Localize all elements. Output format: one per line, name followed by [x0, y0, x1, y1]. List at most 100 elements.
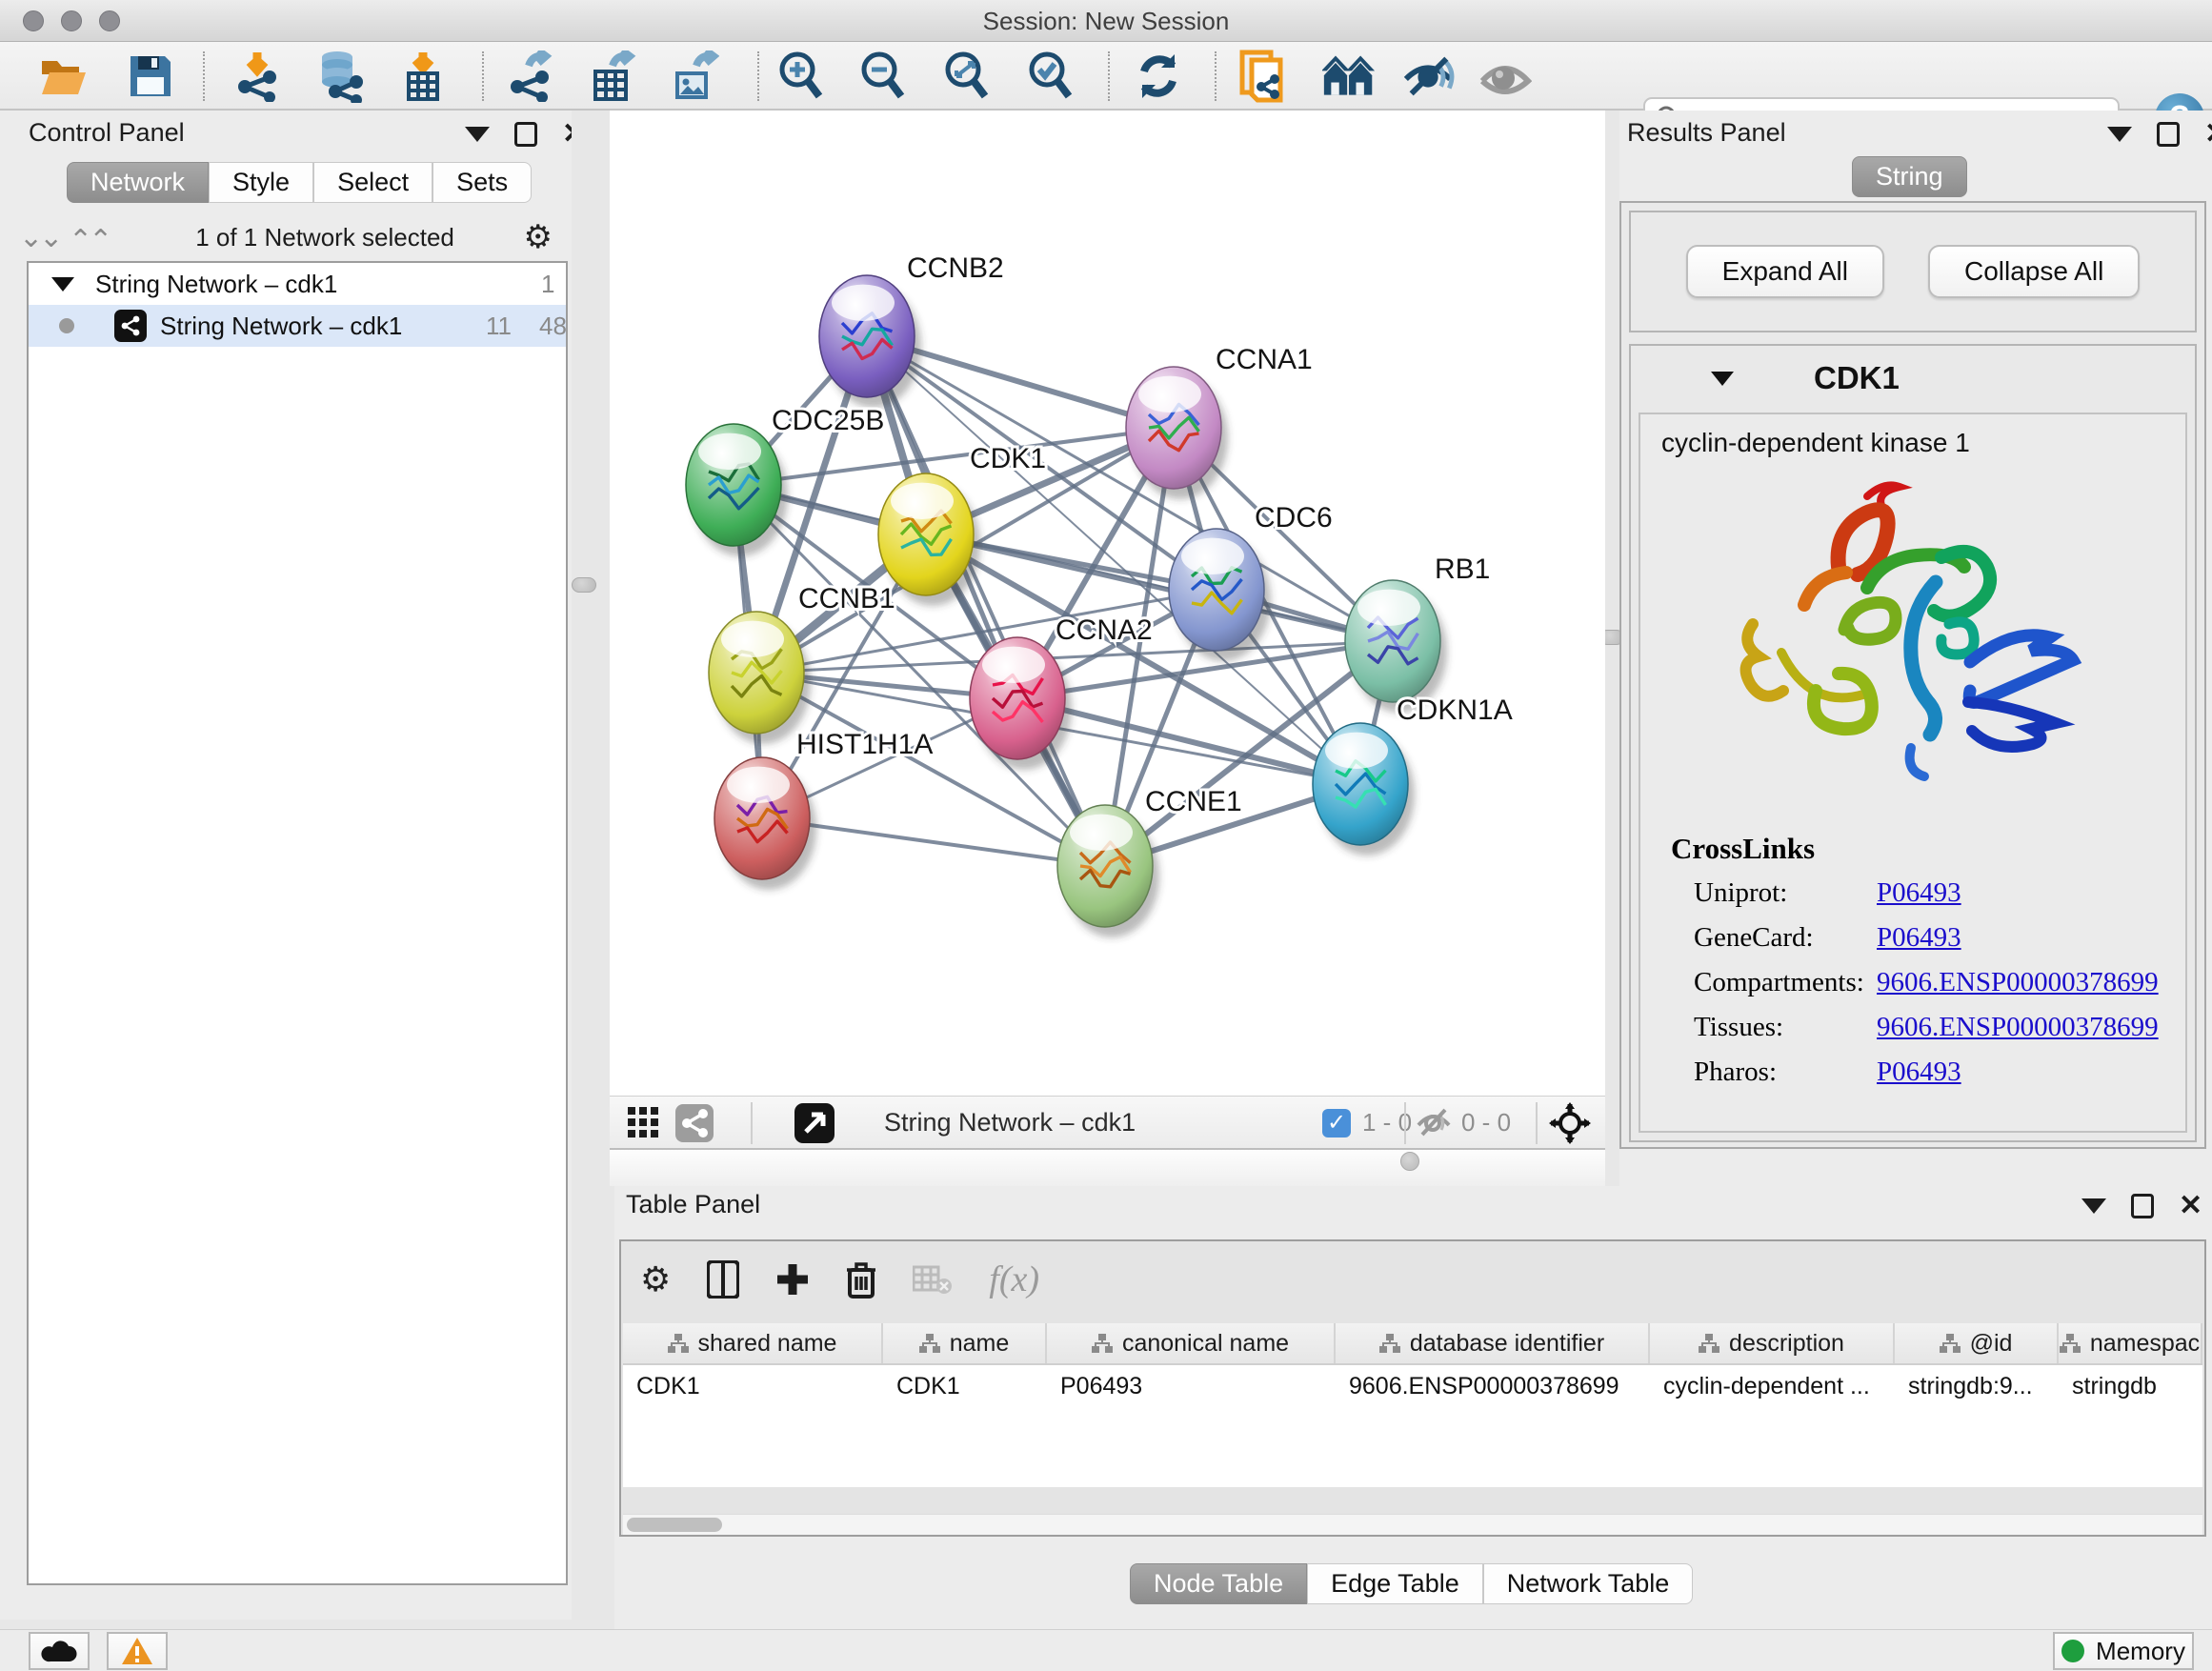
tab-string[interactable]: String	[1852, 156, 1967, 197]
gene-collapse-icon[interactable]	[1711, 372, 1734, 386]
table-cell[interactable]: CDK1	[623, 1365, 883, 1407]
network-node-CDKN1A[interactable]: CDKN1A	[1313, 695, 1513, 856]
table-horizontal-scrollbar[interactable]	[623, 1514, 2202, 1535]
column-header-canonical-name[interactable]: canonical name	[1047, 1323, 1336, 1363]
zoom-fit-icon[interactable]	[939, 50, 993, 103]
expand-all-tree-icon[interactable]: ⌄⌄	[19, 221, 59, 254]
float-panel-icon[interactable]	[514, 122, 537, 147]
column-header-@id[interactable]: @id	[1895, 1323, 2059, 1363]
birdseye-view-icon[interactable]	[791, 1098, 838, 1148]
collapse-panel-icon[interactable]	[2107, 127, 2132, 142]
vertical-splitter[interactable]	[572, 111, 610, 1629]
network-row-selected[interactable]: String Network – cdk1 11 48	[29, 305, 566, 347]
table-cell[interactable]: CDK1	[883, 1365, 1047, 1407]
export-network-icon[interactable]	[503, 50, 556, 103]
zoom-in-icon[interactable]	[774, 50, 827, 103]
column-header-database-identifier[interactable]: database identifier	[1336, 1323, 1650, 1363]
collapse-panel-icon[interactable]	[465, 127, 490, 142]
close-panel-icon[interactable]: ✕	[2204, 122, 2212, 147]
crosslink-link[interactable]: P06493	[1877, 1057, 1961, 1088]
grid-view-icon[interactable]	[623, 1098, 665, 1148]
toolbar-separator	[203, 51, 205, 101]
tab-sets[interactable]: Sets	[432, 162, 532, 203]
splitter-handle[interactable]	[572, 577, 596, 593]
table-cell[interactable]: stringdb	[2059, 1365, 2202, 1407]
table-panel: Table Panel ✕ ⚙ f(x) shared namenamecano…	[614, 1186, 2212, 1629]
pan-crosshair-icon[interactable]	[1543, 1098, 1597, 1148]
refresh-icon[interactable]	[1132, 50, 1185, 103]
hide-selected-eye-icon[interactable]	[1402, 50, 1456, 103]
collapse-panel-icon[interactable]	[2081, 1198, 2106, 1214]
first-neighbors-icon[interactable]	[1322, 50, 1376, 103]
tab-select[interactable]: Select	[313, 162, 432, 203]
selected-checkbox-icon[interactable]: ✓	[1322, 1109, 1351, 1137]
zoom-out-icon[interactable]	[855, 50, 909, 103]
column-header-namespac[interactable]: namespac	[2059, 1323, 2202, 1363]
network-node-CCNA1[interactable]: CCNA1	[1126, 344, 1313, 499]
control-panel-tabs: NetworkStyleSelectSets	[67, 162, 532, 203]
horizontal-splitter[interactable]	[610, 1150, 1605, 1186]
results-button-row: Expand All Collapse All	[1629, 211, 2197, 332]
crosslink-link[interactable]: 9606.ENSP00000378699	[1877, 967, 2159, 998]
network-node-HIST1H1A[interactable]: HIST1H1A	[714, 729, 933, 890]
show-all-eye-icon[interactable]	[1478, 50, 1532, 103]
table-cell[interactable]: stringdb:9...	[1895, 1365, 2059, 1407]
memory-button[interactable]: Memory	[2053, 1632, 2194, 1670]
node-label-CDC25B: CDC25B	[772, 405, 884, 436]
collapse-all-button[interactable]: Collapse All	[1928, 245, 2140, 298]
collapse-all-tree-icon[interactable]: ⌄⌄	[72, 221, 112, 254]
network-badge-icon[interactable]	[673, 1098, 716, 1148]
crosslink-link[interactable]: 9606.ENSP00000378699	[1877, 1012, 2159, 1043]
network-node-count: 11	[486, 312, 512, 341]
scrollbar-thumb[interactable]	[627, 1518, 722, 1532]
network-canvas[interactable]: CCNB2CCNA1CDC25BCDK1CDC6RB1CCNB1CCNA2CDK…	[610, 111, 1605, 1096]
table-row[interactable]: CDK1CDK1P064939606.ENSP00000378699cyclin…	[623, 1365, 2202, 1407]
table-cell[interactable]: P06493	[1047, 1365, 1336, 1407]
tab-node-table[interactable]: Node Table	[1130, 1563, 1307, 1604]
float-panel-icon[interactable]	[2131, 1194, 2154, 1218]
tab-edge-table[interactable]: Edge Table	[1307, 1563, 1483, 1604]
create-column-icon[interactable]	[775, 1262, 810, 1297]
tab-network[interactable]: Network	[67, 162, 209, 203]
import-network-from-database-icon[interactable]	[312, 50, 366, 103]
gene-section: CDK1 cyclin-dependent kinase 1	[1629, 344, 2197, 1142]
tab-style[interactable]: Style	[209, 162, 313, 203]
network-node-CDC25B[interactable]: CDC25B	[686, 405, 884, 556]
zoom-selected-icon[interactable]	[1023, 50, 1076, 103]
collection-expand-icon[interactable]	[51, 277, 74, 292]
column-header-description[interactable]: description	[1650, 1323, 1895, 1363]
export-image-icon[interactable]	[667, 50, 720, 103]
network-node-CCNB1[interactable]: CCNB1	[709, 583, 895, 744]
splitter-handle[interactable]	[1400, 1152, 1419, 1171]
network-node-CCNB2[interactable]: CCNB2	[819, 252, 1004, 408]
column-header-shared-name[interactable]: shared name	[623, 1323, 883, 1363]
warning-status-button[interactable]	[107, 1632, 168, 1670]
crosslink-link[interactable]: P06493	[1877, 922, 1961, 954]
cloud-status-button[interactable]	[29, 1632, 90, 1670]
network-node-RB1[interactable]: RB1	[1345, 554, 1490, 713]
close-panel-icon[interactable]: ✕	[2179, 1194, 2202, 1218]
network-options-gear-icon[interactable]: ⚙	[524, 218, 553, 256]
import-network-icon[interactable]	[231, 50, 284, 103]
float-panel-icon[interactable]	[2157, 122, 2180, 147]
table-cell[interactable]: cyclin-dependent ...	[1650, 1365, 1895, 1407]
tab-network-table[interactable]: Network Table	[1483, 1563, 1694, 1604]
gene-details: cyclin-dependent kinase 1	[1639, 413, 2187, 1133]
string-import-icon[interactable]	[1238, 50, 1292, 103]
column-header-name[interactable]: name	[883, 1323, 1047, 1363]
memory-status-dot-icon	[2061, 1640, 2084, 1662]
network-graph[interactable]: CCNB2CCNA1CDC25BCDK1CDC6RB1CCNB1CCNA2CDK…	[610, 111, 1605, 1096]
open-session-icon[interactable]	[36, 50, 90, 103]
export-table-icon[interactable]	[585, 50, 638, 103]
table-cell[interactable]: 9606.ENSP00000378699	[1336, 1365, 1650, 1407]
show-columns-icon[interactable]	[707, 1260, 739, 1299]
network-collection-row[interactable]: String Network – cdk1 1	[29, 263, 566, 305]
delete-column-icon[interactable]	[846, 1260, 876, 1299]
crosslink-link[interactable]: P06493	[1877, 877, 1961, 909]
save-session-icon[interactable]	[124, 50, 177, 103]
table-options-gear-icon[interactable]: ⚙	[640, 1259, 671, 1299]
network-node-CCNE1[interactable]: CCNE1	[1057, 786, 1242, 937]
import-table-icon[interactable]	[396, 50, 450, 103]
expand-all-button[interactable]: Expand All	[1686, 245, 1884, 298]
node-label-HIST1H1A: HIST1H1A	[796, 729, 933, 760]
